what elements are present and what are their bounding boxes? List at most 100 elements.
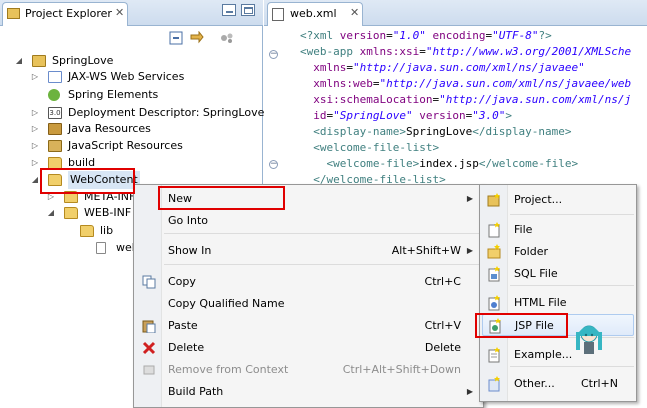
collapse-all-icon[interactable] <box>169 31 185 45</box>
submenu-item-label: SQL File <box>514 267 558 280</box>
folder-icon <box>64 191 78 203</box>
tree-item-label: WEB-INF <box>84 206 132 219</box>
menu-item-shortcut: Delete <box>424 341 461 354</box>
copy-icon <box>142 275 156 289</box>
menu-item-paste[interactable]: Paste Ctrl+V <box>136 315 481 337</box>
menu-item-go-into[interactable]: Go Into <box>136 210 481 232</box>
code-line: <welcome-file>index.jsp</welcome-file> <box>300 156 578 172</box>
folder-icon <box>80 225 94 237</box>
project-explorer-tab[interactable]: Project Explorer ✕ <box>2 2 128 26</box>
new-folder-icon <box>487 244 501 260</box>
code-token: xmlns:xsi <box>359 45 420 58</box>
paste-icon <box>142 319 156 334</box>
submenu-separator <box>510 285 634 286</box>
code-token: "http://www.w3.org/2001/XMLSche <box>425 45 632 58</box>
code-line: <?xml version="1.0" encoding="UTF-8"?> <box>300 28 552 44</box>
new-example-icon <box>487 347 501 363</box>
submenu-item-shortcut: Ctrl+N <box>580 377 618 390</box>
submenu-item-folder[interactable]: Folder <box>482 241 634 263</box>
menu-item-label: Show In <box>168 244 212 257</box>
link-with-editor-icon[interactable] <box>189 30 205 45</box>
javascript-resources-icon <box>48 140 62 152</box>
menu-item-copy[interactable]: Copy Ctrl+C <box>136 271 481 293</box>
menu-item-copy-qualified-name[interactable]: Copy Qualified Name <box>136 293 481 315</box>
code-token: version <box>412 109 466 122</box>
new-html-file-icon <box>487 295 501 311</box>
folder-icon <box>48 174 62 186</box>
fold-collapse-icon[interactable]: − <box>269 160 278 169</box>
code-token: <welcome-file> <box>300 157 420 170</box>
submenu-separator <box>510 337 634 338</box>
menu-item-delete[interactable]: Delete Delete <box>136 337 481 359</box>
code-line: <welcome-file-list> <box>300 140 439 156</box>
tree-item-label: JavaScript Resources <box>68 139 183 152</box>
code-token: "UTF-8" <box>492 29 539 42</box>
code-token: "http://java.sun.com/xml/ns/javaee" <box>352 61 585 74</box>
code-token: <display-name> <box>300 125 406 138</box>
code-token: <web-app <box>300 45 360 58</box>
context-menu: New ▶ Go Into Show In Alt+Shift+W ▶ Copy Ctrl+C… <box>133 184 484 408</box>
collapsed-twisty-icon[interactable]: ▷ <box>30 137 40 155</box>
code-token: SpringLove <box>405 125 473 138</box>
submenu-item-label: HTML File <box>514 296 567 309</box>
code-token: encoding <box>425 29 486 42</box>
new-project-icon <box>487 192 501 208</box>
project-explorer-tab-bar: Project Explorer ✕ <box>0 0 263 26</box>
code-token: = <box>419 45 426 58</box>
new-other-icon <box>487 376 501 392</box>
close-icon[interactable]: ✕ <box>350 6 359 19</box>
menu-separator <box>164 233 482 234</box>
menu-item-build-path[interactable]: Build Path ▶ <box>136 381 481 403</box>
submenu-item-project[interactable]: Project... <box>482 189 634 211</box>
expanded-twisty-icon[interactable]: ◢ <box>14 52 24 70</box>
collapsed-twisty-icon[interactable]: ▷ <box>30 154 40 172</box>
deployment-descriptor-icon: 3.0 <box>48 107 62 119</box>
collapsed-twisty-icon[interactable]: ▷ <box>30 68 40 86</box>
code-token: <welcome-file-list> <box>300 141 440 154</box>
xml-file-icon <box>96 242 106 254</box>
submenu-item-other[interactable]: Other... Ctrl+N <box>482 373 634 395</box>
expanded-twisty-icon[interactable]: ◢ <box>46 204 56 222</box>
new-file-icon <box>487 222 501 238</box>
close-icon[interactable]: ✕ <box>115 6 124 19</box>
menu-item-show-in[interactable]: Show In Alt+Shift+W ▶ <box>136 240 481 262</box>
editor-tab-bar: web.xml ✕ <box>264 0 647 26</box>
collapsed-twisty-icon[interactable]: ▷ <box>30 120 40 138</box>
maximize-icon[interactable] <box>241 4 255 16</box>
submenu-item-jsp-file[interactable]: JSP File <box>482 314 634 336</box>
tree-item-label: build <box>68 156 96 169</box>
submenu-item-sql-file[interactable]: SQL File <box>482 263 634 285</box>
submenu-item-html-file[interactable]: HTML File <box>482 292 634 314</box>
code-token: > <box>505 109 512 122</box>
minimize-icon[interactable] <box>222 4 236 16</box>
code-token: "http://java.sun.com/xml/ns/j <box>439 93 632 106</box>
submenu-separator <box>510 366 634 367</box>
submenu-item-label: Example... <box>514 348 573 361</box>
view-menu-icon[interactable] <box>219 31 235 45</box>
menu-item-shortcut: Ctrl+Alt+Shift+Down <box>342 363 461 376</box>
submenu-item-example[interactable]: Example... <box>482 344 634 366</box>
fold-collapse-icon[interactable]: − <box>269 50 278 59</box>
submenu-item-label: Folder <box>514 245 548 258</box>
code-token: "SpringLove" <box>333 109 413 122</box>
editor-tab-web-xml[interactable]: web.xml ✕ <box>267 2 363 26</box>
submenu-item-label: Project... <box>514 193 563 206</box>
submenu-arrow-icon: ▶ <box>466 387 473 396</box>
submenu-item-file[interactable]: File <box>482 219 634 241</box>
menu-item-shortcut: Ctrl+C <box>424 275 461 288</box>
new-jsp-file-icon <box>488 318 502 334</box>
menu-item-label: Paste <box>168 319 198 332</box>
new-sql-file-icon <box>487 266 501 282</box>
code-token: index.jsp <box>419 157 479 170</box>
code-line: <web-app xmlns:xsi="http://www.w3.org/20… <box>300 44 631 60</box>
new-submenu: Project... File Folder SQL File HTML File JSP… <box>479 184 637 402</box>
code-token: = <box>386 29 393 42</box>
code-token: ?> <box>538 29 552 42</box>
menu-item-new[interactable]: New ▶ <box>136 188 481 210</box>
submenu-item-label: Other... <box>514 377 555 390</box>
submenu-arrow-icon: ▶ <box>466 246 473 255</box>
expanded-twisty-icon[interactable]: ◢ <box>30 171 40 189</box>
mascot-icon <box>574 322 604 356</box>
submenu-arrow-icon: ▶ <box>466 194 473 203</box>
menu-item-label: Build Path <box>168 385 224 398</box>
